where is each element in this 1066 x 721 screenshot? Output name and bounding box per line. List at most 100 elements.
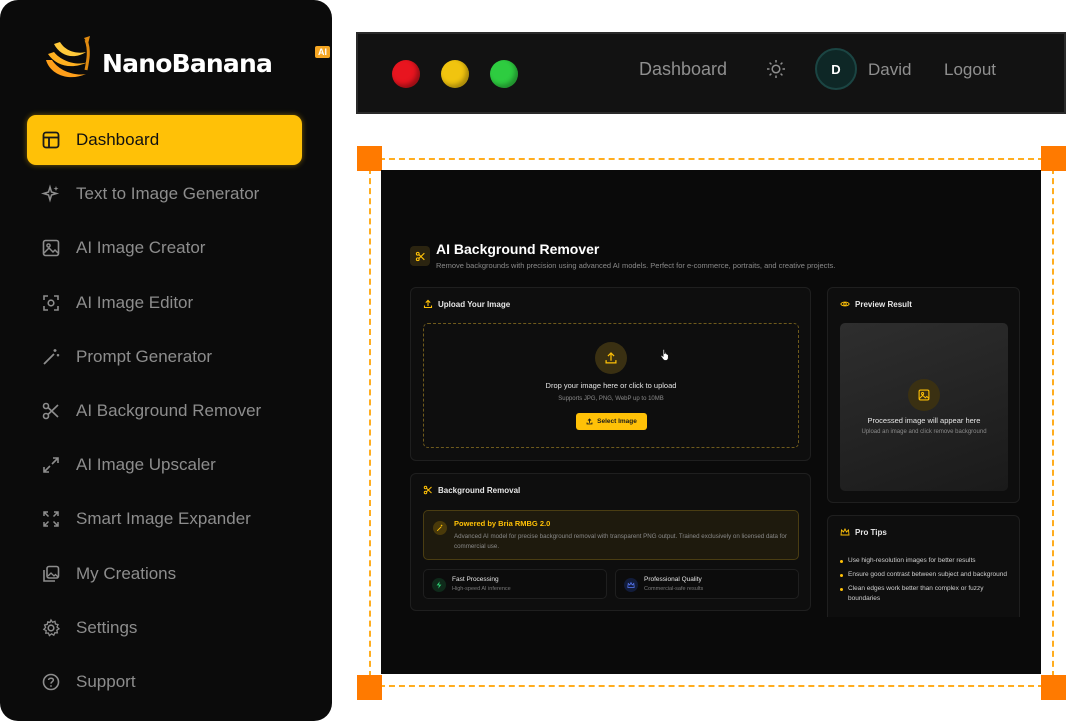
sidebar-item-label: Smart Image Expander <box>76 509 251 529</box>
sidebar-item-label: Text to Image Generator <box>76 184 260 204</box>
sidebar-item-prompt-generator[interactable]: Prompt Generator <box>27 332 302 382</box>
list-item: Ensure good contrast between subject and… <box>840 570 1012 580</box>
list-item: Use high-resolution images for better re… <box>840 556 1012 566</box>
layout-icon <box>41 130 61 150</box>
feature-title: Fast Processing <box>452 576 499 583</box>
tips-list: Use high-resolution images for better re… <box>840 556 1012 608</box>
sidebar-item-label: AI Image Upscaler <box>76 455 216 475</box>
expand-arrows-icon <box>41 455 61 475</box>
magic-wand-icon <box>41 347 61 367</box>
sidebar-item-label: AI Image Editor <box>76 292 194 312</box>
background-removal-header: Background Removal <box>423 485 520 495</box>
sidebar-nav: Dashboard Text to Image Generator AI Ima… <box>27 115 302 711</box>
sidebar-item-label: My Creations <box>76 563 177 583</box>
scan-icon <box>41 293 61 313</box>
upload-card-header: Upload Your Image <box>423 299 510 309</box>
image-icon <box>908 379 940 411</box>
upload-icon <box>423 299 433 309</box>
sidebar: NanoBanana AI Dashboard Text to Image Ge… <box>0 0 332 721</box>
pro-tips-card: Pro Tips Use high-resolution images for … <box>827 515 1020 625</box>
sidebar-item-dashboard[interactable]: Dashboard <box>27 115 302 165</box>
window-close-button[interactable] <box>392 60 420 88</box>
preview-area: Processed image will appear here Upload … <box>840 323 1008 491</box>
feature-fast-processing: Fast Processing High-speed AI inference <box>423 569 607 599</box>
scissors-icon <box>423 485 432 495</box>
resize-handle-top-left[interactable] <box>357 146 382 171</box>
brand-name: NanoBanana <box>102 48 273 78</box>
sidebar-item-label: Settings <box>76 617 138 637</box>
resize-handle-bottom-left[interactable] <box>357 675 382 700</box>
preview-placeholder-title: Processed image will appear here <box>867 416 981 425</box>
upload-card-title: Upload Your Image <box>438 299 511 309</box>
preview-card-title: Preview Result <box>855 299 912 309</box>
resize-handle-top-right[interactable] <box>1041 146 1066 171</box>
page-subtitle: Remove backgrounds with precision using … <box>436 261 836 270</box>
model-info-box: Powered by Bria RMBG 2.0 Advanced AI mod… <box>423 510 799 560</box>
avatar[interactable]: D <box>815 48 857 90</box>
image-icon <box>41 238 61 258</box>
feature-subtitle: High-speed AI inference <box>452 586 511 592</box>
crown-icon <box>624 578 638 592</box>
resize-handle-bottom-right[interactable] <box>1041 675 1066 700</box>
help-circle-icon <box>41 672 61 692</box>
sidebar-item-my-creations[interactable]: My Creations <box>27 549 302 599</box>
upload-card: Upload Your Image Drop your image here o… <box>410 287 811 461</box>
select-image-label: Select Image <box>597 418 637 425</box>
sidebar-item-image-editor[interactable]: AI Image Editor <box>27 278 302 328</box>
pro-tips-title: Pro Tips <box>855 527 887 537</box>
upload-icon <box>586 418 593 425</box>
sidebar-item-settings[interactable]: Settings <box>27 603 302 653</box>
sun-icon[interactable] <box>765 58 787 80</box>
sidebar-item-label: AI Background Remover <box>76 400 262 420</box>
model-title: Powered by Bria RMBG 2.0 <box>454 519 551 528</box>
window-minimize-button[interactable] <box>441 60 469 88</box>
feature-title: Professional Quality <box>644 576 702 583</box>
app-preview: AI Background Remover Remove backgrounds… <box>381 170 1041 674</box>
sidebar-item-label: Prompt Generator <box>76 346 213 366</box>
pro-tips-header: Pro Tips <box>840 527 887 537</box>
sidebar-item-background-remover[interactable]: AI Background Remover <box>27 386 302 436</box>
sidebar-item-label: AI Image Creator <box>76 238 206 258</box>
sparkles-icon <box>41 184 61 204</box>
gear-icon <box>41 618 61 638</box>
logout-button[interactable]: Logout <box>944 60 996 80</box>
preview-placeholder-subtitle: Upload an image and click remove backgro… <box>861 429 987 435</box>
model-description: Advanced AI model for precise background… <box>454 533 787 550</box>
top-dashboard-link[interactable]: Dashboard <box>639 59 727 80</box>
scissors-icon <box>41 401 61 421</box>
magic-wand-icon <box>433 521 447 535</box>
brand[interactable]: NanoBanana AI <box>40 30 330 90</box>
sidebar-item-label: Dashboard <box>76 130 160 149</box>
hand-cursor-icon <box>660 349 669 361</box>
sidebar-item-image-creator[interactable]: AI Image Creator <box>27 223 302 273</box>
ai-badge: AI <box>315 46 330 58</box>
top-bar: Dashboard D David Logout <box>356 32 1066 114</box>
sidebar-item-text-to-image[interactable]: Text to Image Generator <box>27 169 302 219</box>
list-item: Clean edges work better than complex or … <box>840 584 1012 604</box>
select-image-button[interactable]: Select Image <box>576 413 647 430</box>
dropzone-title: Drop your image here or click to upload <box>545 381 677 390</box>
sidebar-item-image-upscaler[interactable]: AI Image Upscaler <box>27 440 302 490</box>
images-icon <box>41 564 61 584</box>
fullscreen-icon <box>41 509 61 529</box>
user-name: David <box>868 60 912 79</box>
window-maximize-button[interactable] <box>490 60 518 88</box>
feature-subtitle: Commercial-safe results <box>644 586 704 592</box>
upload-icon <box>595 342 627 374</box>
upload-dropzone[interactable]: Drop your image here or click to upload … <box>423 323 799 448</box>
app-bottom-area <box>381 617 1041 674</box>
banana-bunch-icon <box>46 36 90 78</box>
sidebar-item-label: Support <box>76 671 136 691</box>
lightning-icon <box>432 578 446 592</box>
dropzone-supports: Supports JPG, PNG, WebP up to 10MB <box>558 396 664 402</box>
crown-icon <box>840 527 850 536</box>
preview-card-header: Preview Result <box>840 299 912 309</box>
sidebar-item-image-expander[interactable]: Smart Image Expander <box>27 494 302 544</box>
scissors-icon <box>410 246 430 266</box>
preview-card: Preview Result Processed image will appe… <box>827 287 1020 503</box>
background-removal-card: Background Removal Powered by Bria RMBG … <box>410 473 811 611</box>
feature-professional-quality: Professional Quality Commercial-safe res… <box>615 569 799 599</box>
sidebar-item-support[interactable]: Support <box>27 657 302 707</box>
page-title: AI Background Remover <box>436 241 600 257</box>
eye-icon <box>840 301 850 307</box>
